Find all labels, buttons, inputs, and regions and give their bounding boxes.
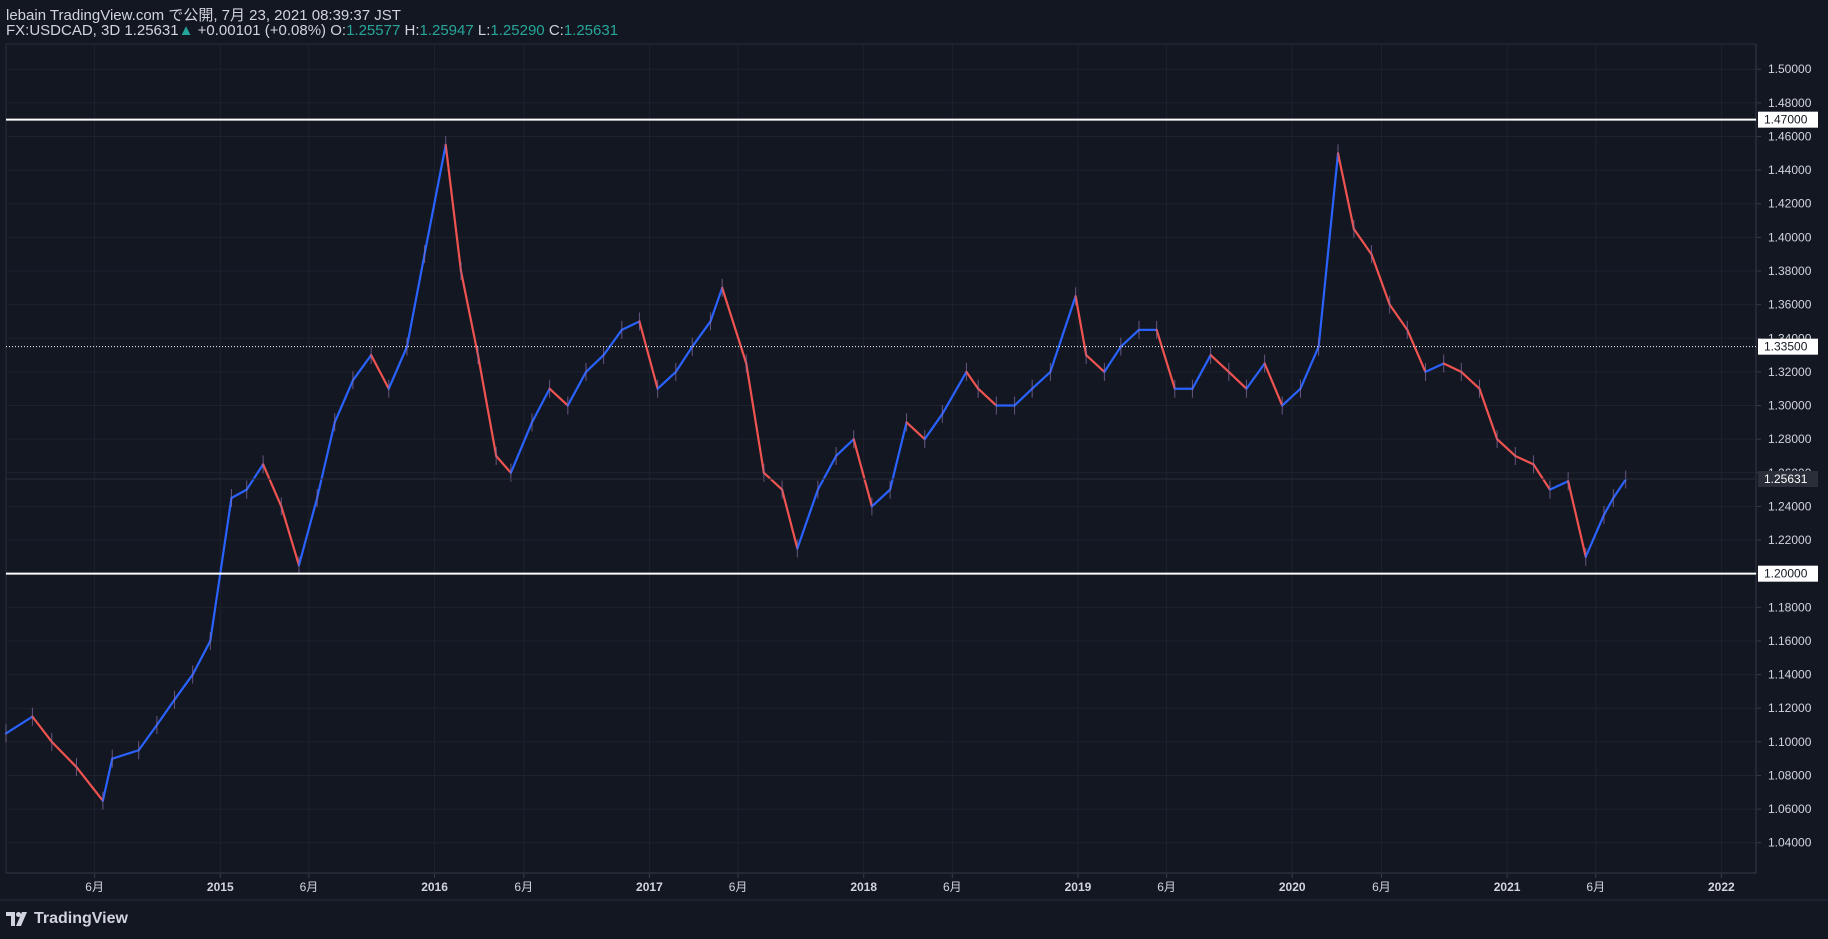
close-label: C:: [548, 22, 564, 39]
y-tick-label: 1.04000: [1768, 836, 1812, 850]
y-tick-label: 1.18000: [1768, 600, 1812, 614]
symbol-name[interactable]: FX:USDCAD, 3D: [6, 22, 120, 39]
y-tick-label: 1.24000: [1768, 499, 1812, 513]
x-tick-label: 2020: [1279, 880, 1306, 894]
tradingview-icon: [6, 912, 27, 926]
y-tick-label: 1.12000: [1768, 701, 1812, 715]
plot-area: [5, 43, 1757, 874]
open-value: 1.25577: [346, 22, 401, 39]
x-tick-label: 2015: [207, 880, 234, 894]
x-tick-label: 2022: [1708, 880, 1735, 894]
y-tick-label: 1.28000: [1768, 432, 1812, 446]
y-tick-label: 1.50000: [1768, 62, 1812, 76]
y-tick-label: 1.44000: [1768, 163, 1812, 177]
y-tick-label: 1.46000: [1768, 129, 1812, 143]
level-label: 1.33500: [1764, 340, 1808, 354]
close-value: 1.25631: [563, 22, 619, 39]
low-value: 1.25290: [490, 22, 545, 39]
price-chart[interactable]: 1.50000 1.48000 1.46000 1.44000 1.42000 1.400…: [0, 0, 1828, 939]
y-tick-label: 1.06000: [1768, 802, 1812, 816]
x-tick-label: 6月: [729, 880, 748, 894]
y-tick-label: 1.14000: [1768, 668, 1812, 682]
level-label: 1.47000: [1764, 113, 1808, 127]
y-tick-label: 1.32000: [1768, 365, 1812, 379]
y-tick-label: 1.38000: [1768, 264, 1812, 278]
x-tick-label: 2019: [1065, 880, 1092, 894]
high-value: 1.25947: [419, 22, 474, 39]
y-tick-label: 1.48000: [1768, 96, 1812, 110]
tradingview-logo[interactable]: TradingView: [6, 908, 128, 930]
x-tick-label: 6月: [1372, 880, 1391, 894]
y-tick-label: 1.42000: [1768, 197, 1812, 211]
low-label: L:: [477, 22, 491, 39]
x-tick-label: 6月: [300, 880, 319, 894]
x-tick-label: 2017: [636, 880, 663, 894]
y-tick-label: 1.30000: [1768, 399, 1812, 413]
x-tick-label: 6月: [514, 880, 533, 894]
symbol-legend[interactable]: FX:USDCAD, 3D 1.25631▲ +0.00101 (+0.08%)…: [6, 22, 618, 39]
y-tick-label: 1.36000: [1768, 298, 1812, 312]
x-tick-label: 2021: [1494, 880, 1521, 894]
y-tick-label: 1.22000: [1768, 533, 1812, 547]
y-tick-label: 1.08000: [1768, 768, 1812, 782]
x-tick-label: 6月: [943, 880, 962, 894]
x-tick-label: 2018: [850, 880, 877, 894]
price-change: +0.00101 (+0.08%): [197, 22, 327, 39]
y-tick-label: 1.10000: [1768, 735, 1812, 749]
high-label: H:: [404, 22, 420, 39]
y-tick-label: 1.16000: [1768, 634, 1812, 648]
last-price: 1.25631: [124, 22, 179, 39]
x-tick-label: 6月: [85, 880, 104, 894]
open-label: O:: [330, 22, 347, 39]
tradingview-brand: TradingView: [34, 910, 128, 927]
x-tick-label: 6月: [1586, 880, 1605, 894]
level-label: 1.20000: [1764, 567, 1808, 581]
up-triangle-icon: ▲: [178, 22, 194, 39]
x-tick-label: 2016: [421, 880, 448, 894]
x-tick-label: 6月: [1157, 880, 1176, 894]
last-price-label: 1.25631: [1764, 472, 1808, 486]
y-tick-label: 1.40000: [1768, 230, 1812, 244]
